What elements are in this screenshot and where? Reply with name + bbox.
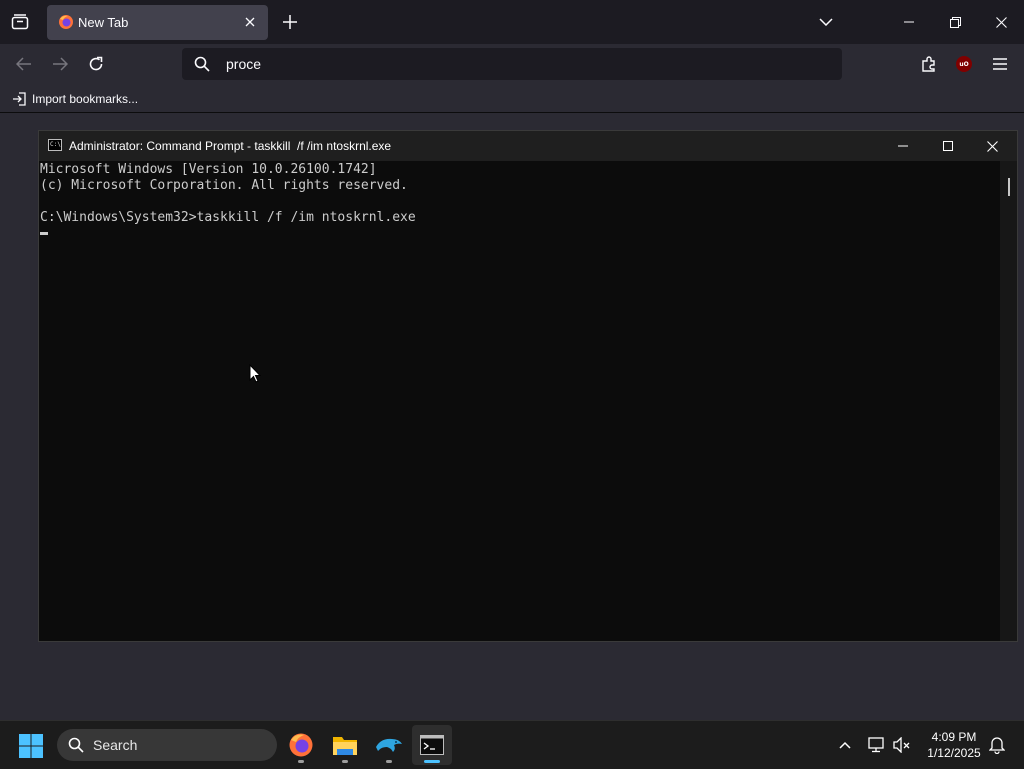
restore-icon[interactable]: [932, 0, 978, 44]
tab-new-tab[interactable]: New Tab: [47, 5, 268, 40]
cmd-maximize-icon[interactable]: [925, 131, 970, 161]
volume-muted-icon[interactable]: [891, 734, 913, 756]
command-prompt-window[interactable]: C:\ Administrator: Command Prompt - task…: [38, 130, 1018, 642]
clock-date: 1/12/2025: [927, 746, 981, 760]
browser-tabstrip: New Tab: [0, 0, 1024, 44]
ublock-origin-icon[interactable]: uO: [952, 52, 976, 76]
console-scrollbar[interactable]: [1000, 161, 1017, 641]
console-line: C:\Windows\System32>taskkill /f /im ntos…: [40, 210, 416, 225]
notification-bell-icon[interactable]: [986, 734, 1008, 756]
cmd-titlebar[interactable]: C:\ Administrator: Command Prompt - task…: [39, 131, 1017, 161]
back-arrow-icon[interactable]: [12, 52, 36, 76]
console-line: (c) Microsoft Corporation. All rights re…: [40, 178, 408, 193]
taskbar-file-explorer-button[interactable]: [325, 725, 365, 765]
console-cursor: [40, 232, 48, 235]
browser-navbar: uO: [0, 44, 1024, 84]
console-line: Microsoft Windows [Version 10.0.26100.17…: [40, 162, 377, 177]
cmd-app-icon: C:\: [48, 139, 62, 151]
cmd-window-title: Administrator: Command Prompt - taskkill…: [69, 139, 392, 153]
forward-arrow-icon[interactable]: [48, 52, 72, 76]
reload-icon[interactable]: [84, 52, 108, 76]
running-indicator: [386, 760, 392, 763]
hamburger-menu-icon[interactable]: [988, 52, 1012, 76]
cmd-minimize-icon[interactable]: [880, 131, 925, 161]
import-bookmarks-button[interactable]: Import bookmarks...: [12, 90, 138, 108]
import-bookmarks-label: Import bookmarks...: [32, 92, 139, 106]
firefox-icon: [59, 15, 73, 29]
bookmarks-toolbar: Import bookmarks...: [0, 84, 1024, 113]
address-bar[interactable]: [182, 48, 842, 80]
running-indicator: [342, 760, 348, 763]
dolphin-icon: [376, 738, 402, 752]
cmd-close-icon[interactable]: [970, 131, 1015, 161]
running-indicator: [298, 760, 304, 763]
taskbar-terminal-button[interactable]: [412, 725, 452, 765]
file-explorer-icon: [333, 737, 357, 755]
chevron-up-icon[interactable]: [834, 734, 856, 756]
console-output[interactable]: Microsoft Windows [Version 10.0.26100.17…: [39, 161, 999, 641]
tab-title: New Tab: [78, 15, 129, 30]
scrollbar-thumb[interactable]: [1008, 178, 1010, 196]
firefox-icon: [289, 733, 313, 757]
search-icon: [68, 737, 84, 753]
windows-taskbar: 4:09 PM 1/12/2025: [0, 720, 1024, 769]
clock-time: 4:09 PM: [931, 730, 977, 744]
close-window-icon[interactable]: [978, 0, 1024, 44]
minimize-icon[interactable]: [886, 0, 932, 44]
import-icon: [13, 92, 26, 106]
extensions-puzzle-icon[interactable]: [917, 52, 941, 76]
url-input[interactable]: [226, 48, 786, 80]
network-icon[interactable]: [866, 734, 888, 756]
system-clock[interactable]: 4:09 PM 1/12/2025: [916, 729, 992, 761]
active-indicator: [424, 760, 440, 763]
new-tab-plus-icon[interactable]: [280, 12, 300, 32]
firefox-view-icon[interactable]: [8, 10, 32, 34]
taskbar-search-input[interactable]: [93, 729, 263, 761]
terminal-icon: [420, 735, 444, 755]
taskbar-dolphin-button[interactable]: [369, 725, 409, 765]
search-icon: [194, 56, 210, 72]
taskbar-firefox-button[interactable]: [281, 725, 321, 765]
close-tab-icon[interactable]: [242, 14, 258, 30]
taskbar-search-box[interactable]: [57, 729, 277, 761]
chevron-down-icon[interactable]: [816, 12, 836, 32]
mouse-pointer-icon: [249, 364, 261, 383]
windows-start-icon[interactable]: [18, 733, 44, 759]
